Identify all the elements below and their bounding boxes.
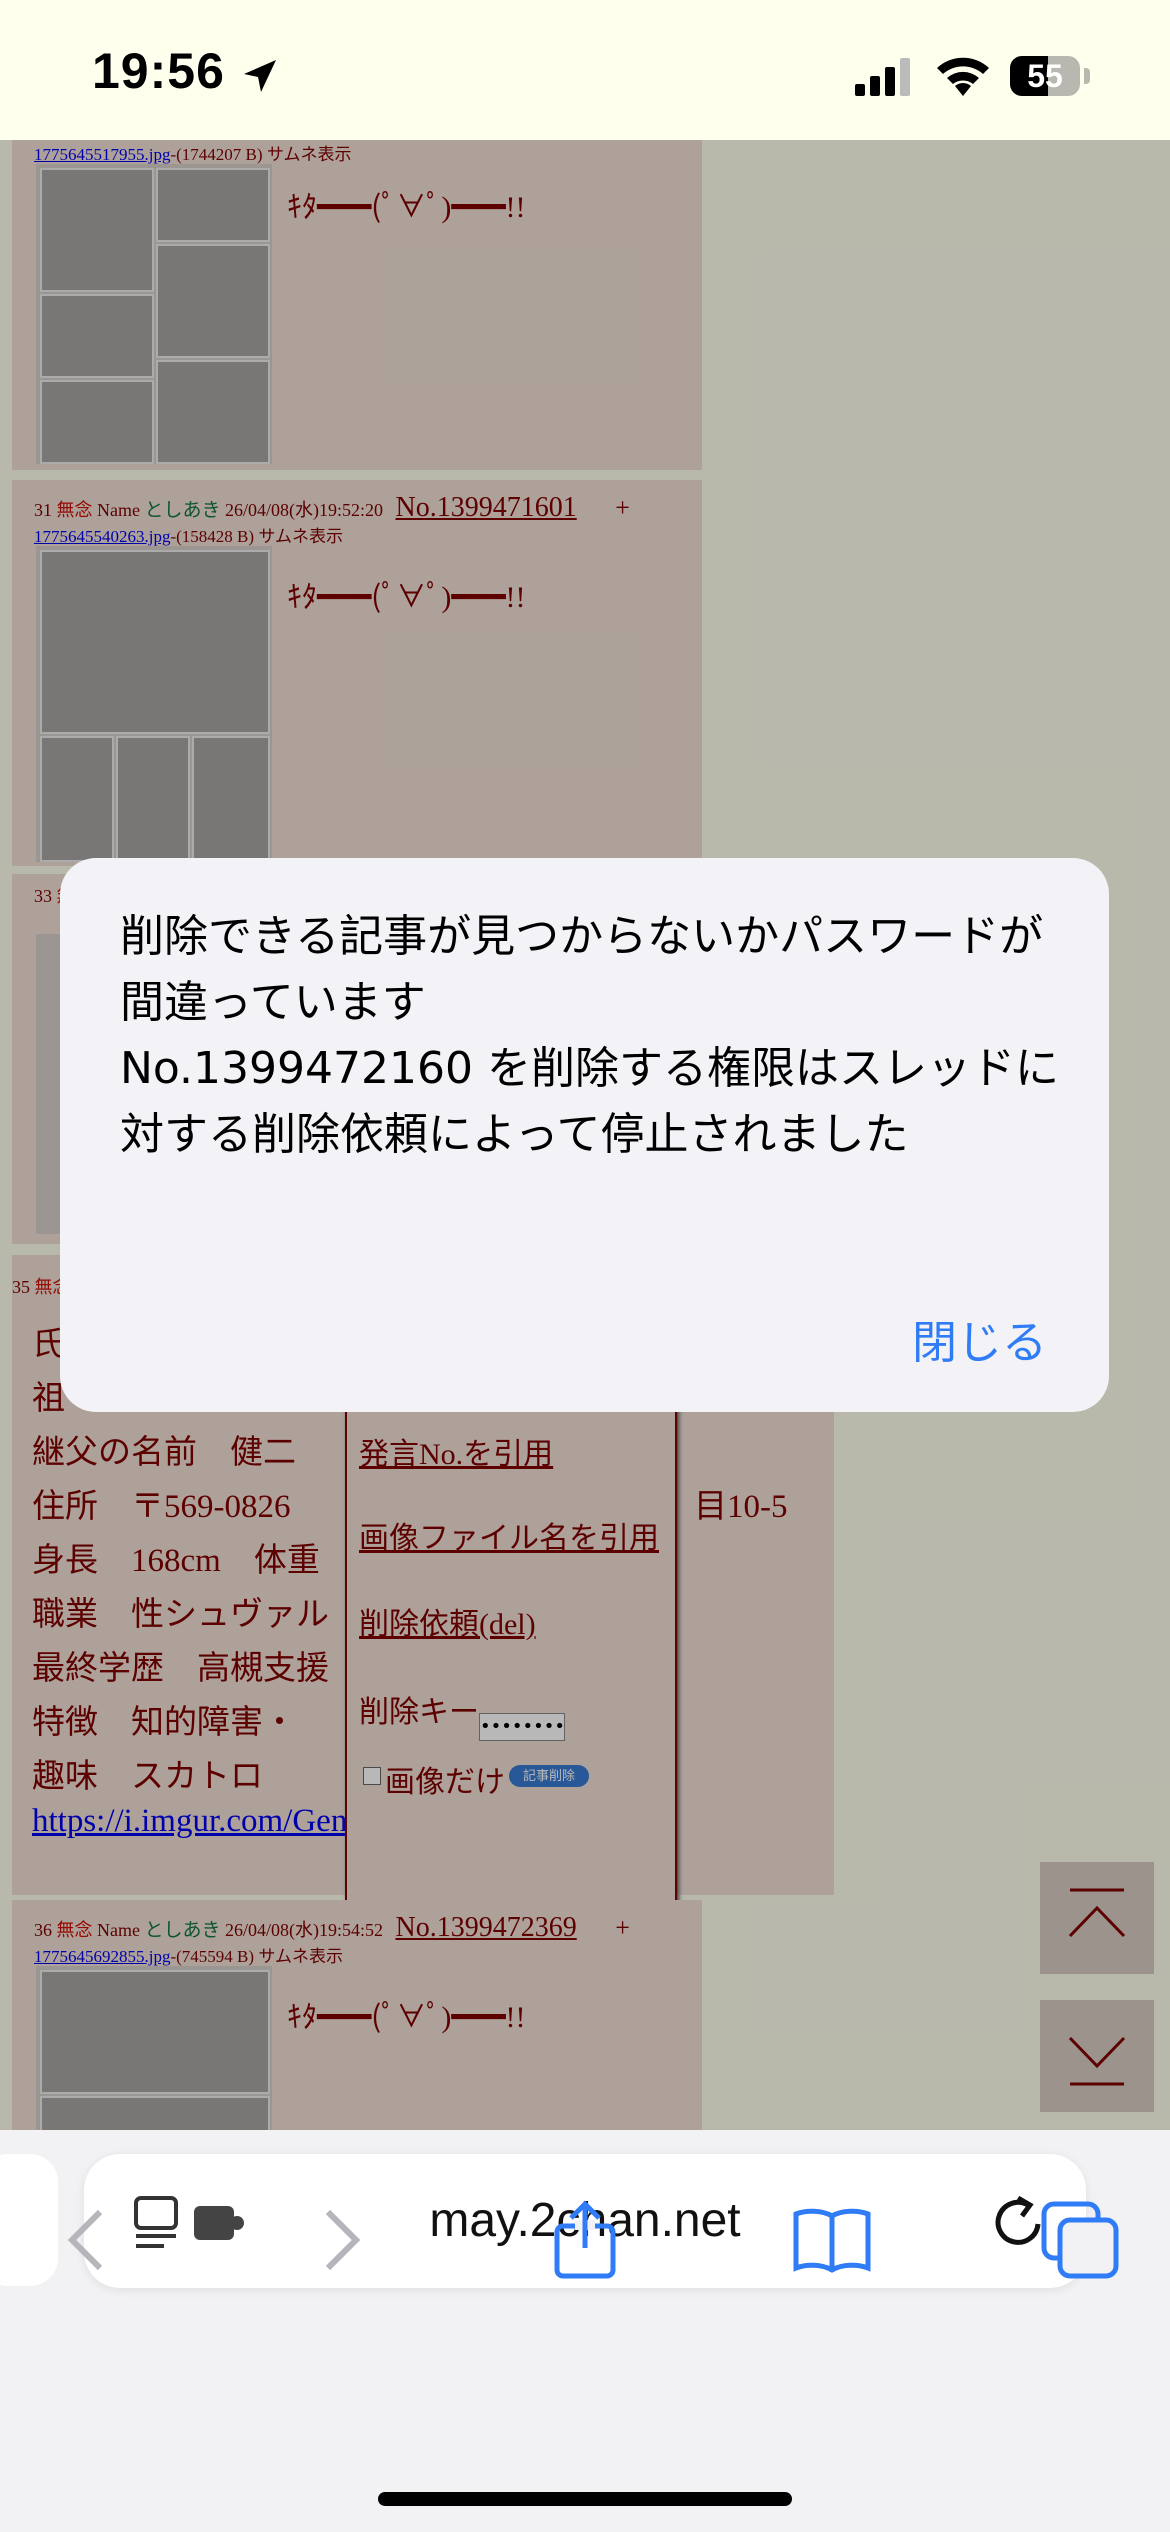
wifi-icon [937,57,989,96]
share-icon[interactable] [545,2200,625,2280]
battery-icon: 55 [1010,56,1080,96]
alert-dialog: 削除できる記事が見つからないかパスワードが間違っています No.13994721… [60,858,1109,1412]
bookmarks-icon[interactable] [792,2200,872,2280]
forward-icon[interactable] [300,2200,380,2280]
back-icon[interactable] [48,2200,128,2280]
tabs-icon[interactable] [1040,2200,1120,2280]
status-bar: 19:56 55 [0,0,1170,140]
home-indicator [378,2492,792,2506]
alert-message: 削除できる記事が見つからないかパスワードが間違っています No.13994721… [120,911,1059,1160]
location-arrow-icon [244,60,276,92]
status-time: 19:56 [92,43,225,99]
alert-close-button[interactable]: 閉じる [912,1306,1047,1371]
battery-cap [1084,68,1090,84]
battery-level: 55 [1027,58,1063,94]
cellular-signal-icon [855,58,910,96]
browser-toolbar: may.2chan.net [0,2130,1170,2532]
